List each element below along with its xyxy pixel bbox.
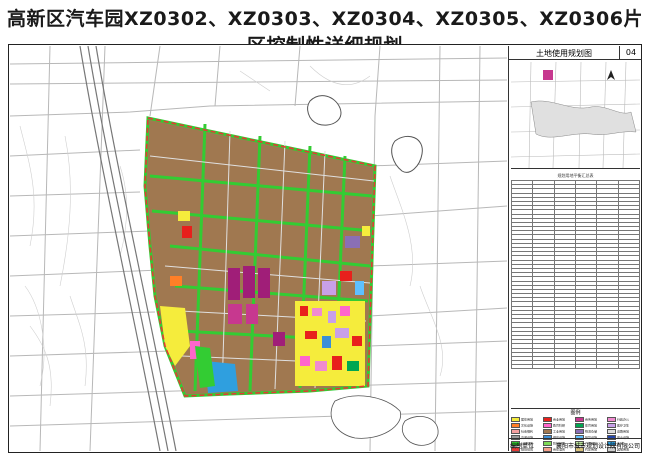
legend-label: 商务用地 <box>585 417 598 422</box>
legend-label: 医疗卫生 <box>617 423 630 428</box>
legend-label: 教育科研 <box>553 423 566 428</box>
medical-e3 <box>322 281 336 295</box>
legend-item: 商业用地 <box>543 417 574 422</box>
legend-item: 教育科研 <box>543 423 574 428</box>
legend-swatch <box>575 417 584 422</box>
legend-label: 社会福利 <box>521 429 534 434</box>
unit-label: 编制单位 <box>510 443 535 450</box>
land-use-map[interactable] <box>10 46 507 451</box>
stat-cell <box>574 364 598 370</box>
legend-label: 文化设施 <box>521 423 534 428</box>
legend-swatch <box>575 423 584 428</box>
school-e2 <box>300 356 310 366</box>
commercial-e2 <box>305 331 317 339</box>
legend-label: 道路用地 <box>617 429 630 434</box>
sports-e1 <box>347 361 359 371</box>
legend-label: 居住用地 <box>521 417 534 422</box>
legend-swatch <box>607 429 616 434</box>
legend-item: 居住用地 <box>511 417 542 422</box>
residential-ne <box>362 226 370 236</box>
medical-e2 <box>335 328 349 338</box>
stat-grid <box>510 179 641 370</box>
legend-label: 工业用地 <box>553 429 566 434</box>
school-e1 <box>340 306 350 316</box>
statistics-table: 规划用地平衡汇总表 <box>510 173 641 370</box>
key-map-site <box>543 70 553 80</box>
footer: 编制单位 襄阳市城市规划设计院有限公司 <box>508 438 641 451</box>
commercial-e3 <box>352 336 362 346</box>
legend-item: 行政办公 <box>607 417 638 422</box>
commercial-e4 <box>332 356 342 370</box>
utility-e1 <box>322 336 331 348</box>
info-panel: 土地使用规划图 04 规划用地平衡汇总表 图例 居住用地 商业用地 商务用地 行政办公… <box>508 46 642 452</box>
stat-cell <box>617 364 641 370</box>
sheet-number: 04 <box>619 46 642 59</box>
culture-w <box>170 276 182 286</box>
legend-item: 物流仓储 <box>575 429 606 434</box>
legend-label: 行政办公 <box>617 417 630 422</box>
commercial-nw <box>182 226 192 238</box>
legend-title: 图例 <box>570 410 581 416</box>
business-block-1 <box>228 268 240 300</box>
legend-swatch <box>511 429 520 434</box>
legend-item: 体育用地 <box>575 423 606 428</box>
stat-cell <box>553 364 576 370</box>
legend-swatch <box>607 417 616 422</box>
unit-name: 襄阳市城市规划设计院有限公司 <box>556 443 641 450</box>
legend-item: 社会福利 <box>511 429 542 434</box>
legend-swatch <box>543 429 552 434</box>
stat-title: 规划用地平衡汇总表 <box>557 173 594 178</box>
legend-swatch <box>543 417 552 422</box>
stat-cell <box>510 364 534 370</box>
key-map <box>510 61 641 169</box>
stat-cell <box>596 364 619 370</box>
business-block-5 <box>246 304 258 324</box>
legend-label: 物流仓储 <box>585 429 598 434</box>
legend-item: 工业用地 <box>543 429 574 434</box>
legend-item: 道路用地 <box>607 429 638 434</box>
stat-row <box>510 364 641 370</box>
legend-label: 商业用地 <box>553 417 566 422</box>
env-facility-e1 <box>355 281 364 295</box>
commercial-e5 <box>340 271 352 281</box>
legend-swatch <box>575 429 584 434</box>
business-block-4 <box>228 304 242 324</box>
admin-e1 <box>312 308 322 316</box>
admin-e2 <box>315 361 327 371</box>
business-block-6 <box>273 332 285 346</box>
medical-e1 <box>328 311 336 323</box>
legend-item: 医疗卫生 <box>607 423 638 428</box>
legend-item: 文化设施 <box>511 423 542 428</box>
business-block-3 <box>258 268 270 298</box>
legend-swatch <box>607 423 616 428</box>
residential-nw <box>178 211 190 221</box>
map-name: 土地使用规划图 <box>536 49 592 58</box>
legend-swatch <box>511 417 520 422</box>
legend-item: 商务用地 <box>575 417 606 422</box>
legend-swatch <box>543 423 552 428</box>
stat-cell <box>532 364 555 370</box>
legend-swatch <box>511 423 520 428</box>
legend-label: 体育用地 <box>585 423 598 428</box>
commercial-e1 <box>300 306 308 316</box>
business-block-2 <box>243 266 255 298</box>
logistics-ne <box>345 236 360 248</box>
panel-header: 土地使用规划图 04 <box>509 46 642 60</box>
